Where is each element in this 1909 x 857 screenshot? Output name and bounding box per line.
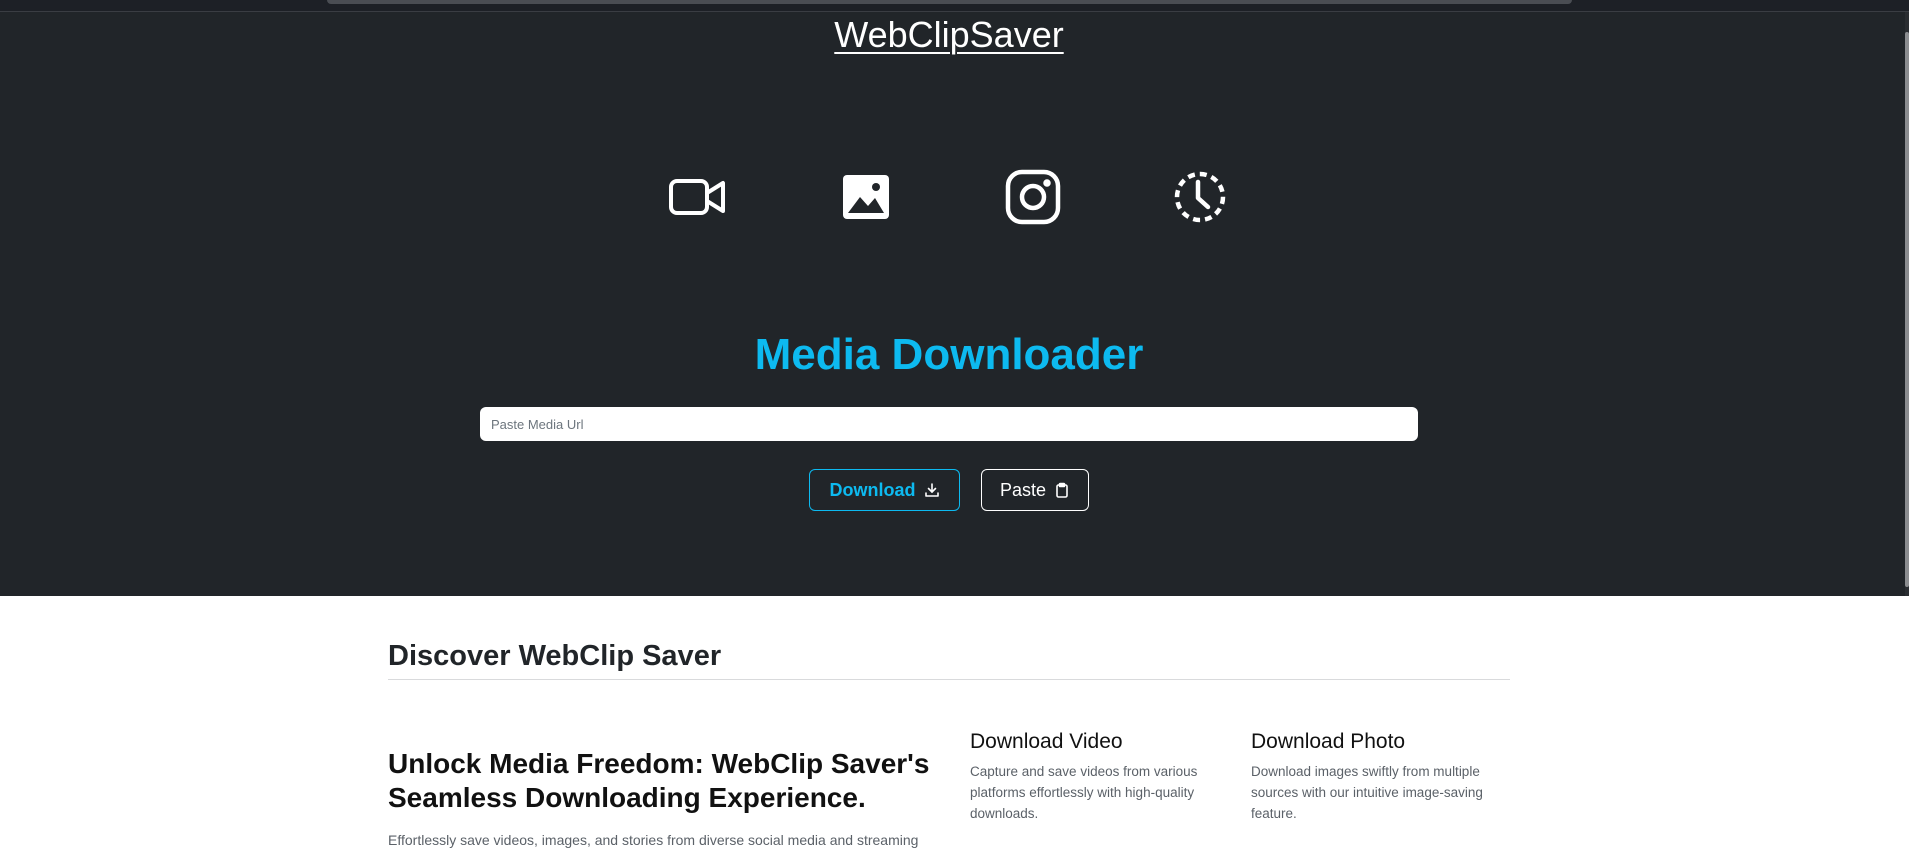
instagram-icon[interactable] — [1003, 167, 1063, 227]
section-title: Discover WebClip Saver — [388, 640, 722, 672]
card-download-photo: Download Photo Download images swiftly f… — [1251, 730, 1501, 824]
section-divider — [388, 679, 1510, 680]
card-text: Capture and save videos from various pla… — [970, 764, 1198, 821]
download-button-label: Download — [829, 479, 916, 500]
download-button[interactable]: Download — [809, 469, 960, 511]
clipboard-icon — [1054, 482, 1070, 498]
clock-dashed-icon[interactable] — [1170, 167, 1230, 227]
video-camera-icon[interactable] — [668, 167, 728, 227]
hero-section: WebClipSaver Media Downloader Paste Medi… — [0, 12, 1905, 596]
feature-description: Effortlessly save videos, images, and st… — [388, 832, 919, 848]
image-icon[interactable] — [836, 167, 896, 227]
card-title: Download Photo — [1251, 730, 1406, 753]
page: WebClipSaver Media Downloader Paste Medi… — [0, 0, 1909, 857]
page-title: Media Downloader — [754, 330, 1144, 379]
media-url-input[interactable] — [480, 407, 1418, 441]
download-icon — [924, 482, 940, 498]
scrollbar-thumb[interactable] — [1905, 32, 1909, 587]
brand-link[interactable]: WebClipSaver — [0, 14, 1898, 56]
card-title: Download Video — [970, 730, 1123, 753]
paste-button-label: Paste — [999, 479, 1047, 500]
media-type-icons — [0, 167, 1898, 227]
tab-strip — [327, 0, 1572, 4]
feature-heading: Unlock Media Freedom: WebClip Saver's Se… — [388, 748, 930, 813]
card-text: Download images swiftly from multiple so… — [1251, 764, 1483, 821]
page-scrollbar[interactable] — [1905, 12, 1909, 596]
card-download-video: Download Video Capture and save videos f… — [970, 730, 1220, 824]
browser-top-strip — [0, 0, 1909, 12]
paste-button[interactable]: Paste — [981, 469, 1089, 511]
